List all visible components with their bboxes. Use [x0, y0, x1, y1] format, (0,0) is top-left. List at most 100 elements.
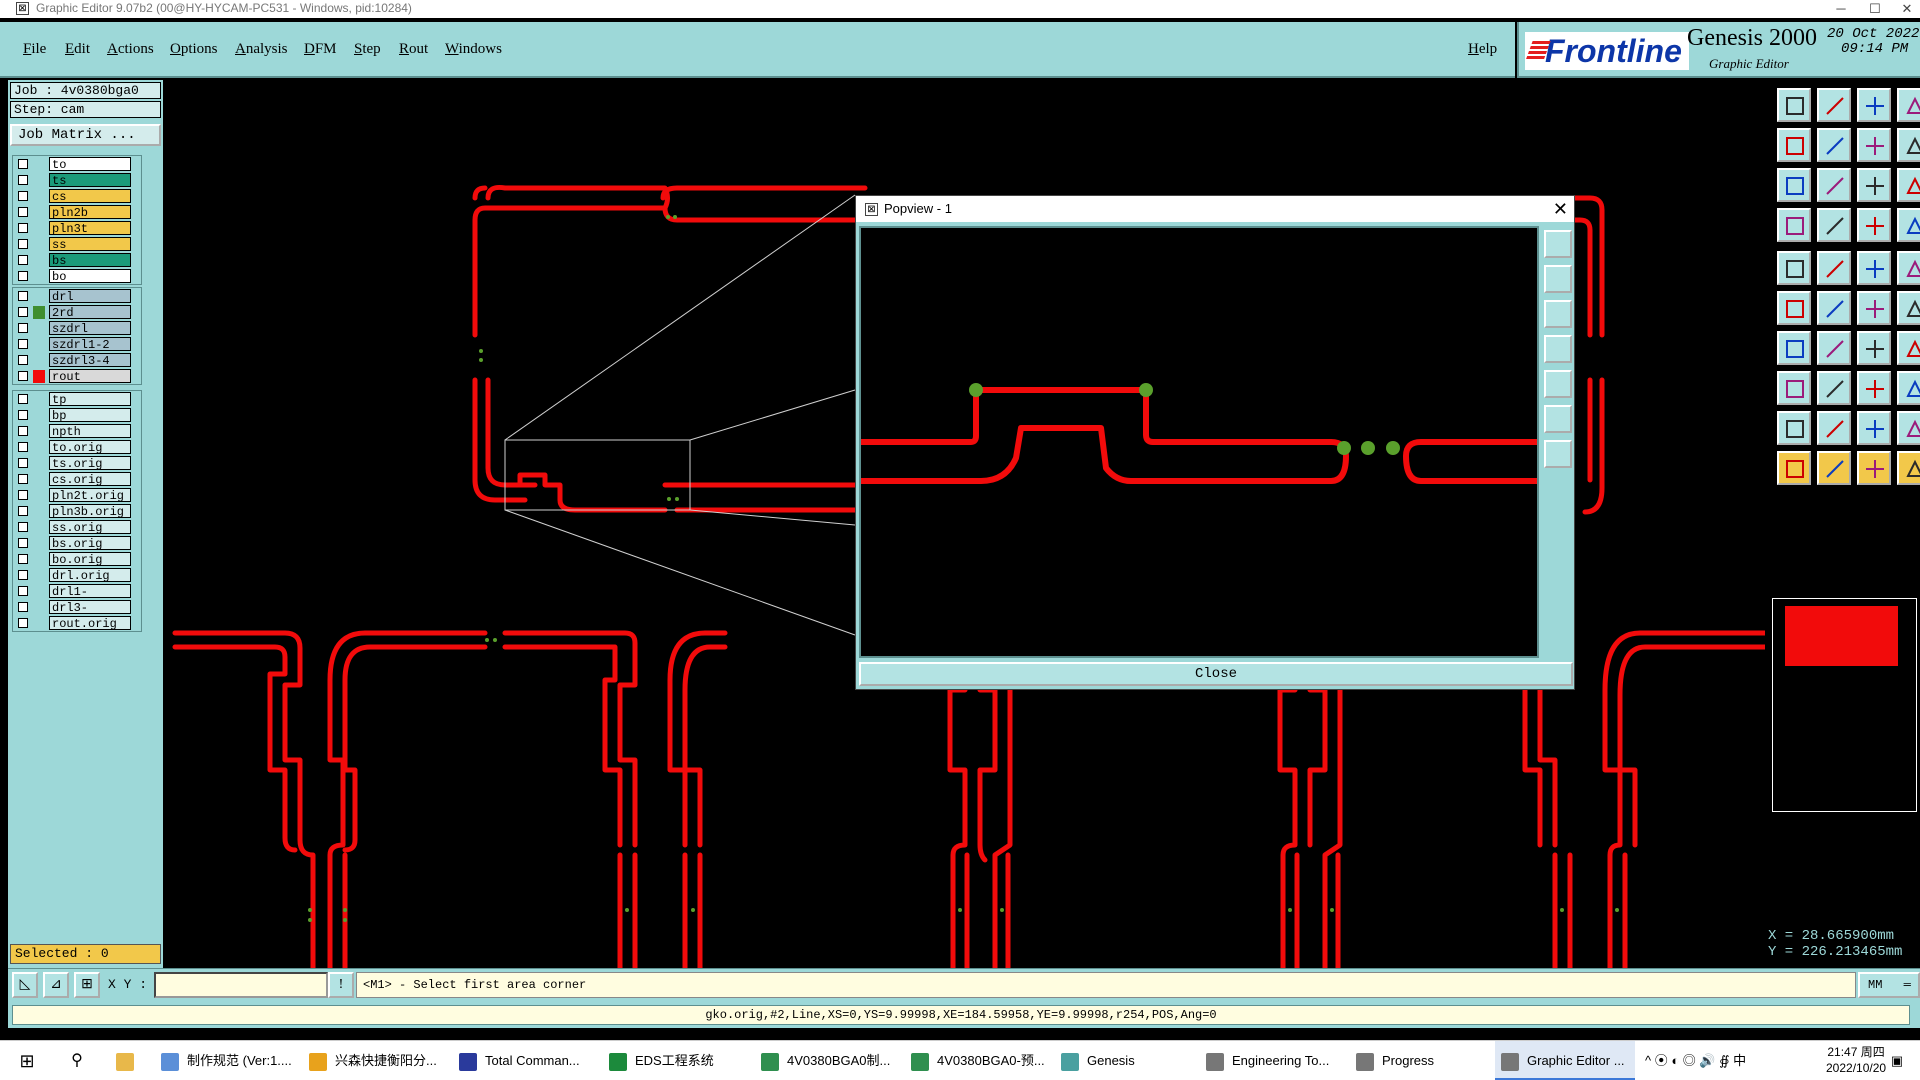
- layer-row[interactable]: bo.orig: [13, 551, 141, 567]
- layer-display-swatch[interactable]: [33, 425, 45, 438]
- layer-name[interactable]: drl3-4.orig: [49, 600, 131, 629]
- popview-pan-right-icon[interactable]: [1544, 370, 1572, 398]
- taskbar-app[interactable]: Genesis: [1055, 1041, 1190, 1080]
- popview-pan-down-icon[interactable]: [1544, 300, 1572, 328]
- minimize-button[interactable]: ─: [1826, 0, 1856, 18]
- select-icon[interactable]: [1777, 251, 1811, 285]
- menu-options[interactable]: Options: [170, 41, 218, 58]
- taskbar-app[interactable]: 兴森快捷衡阳分...: [303, 1041, 445, 1080]
- layer-row[interactable]: ss: [13, 236, 141, 252]
- layer-checkbox[interactable]: [18, 339, 28, 349]
- layer-checkbox[interactable]: [18, 371, 28, 381]
- layer-checkbox[interactable]: [18, 255, 28, 265]
- search-icon[interactable]: ⚲: [62, 1041, 92, 1080]
- taskbar-app[interactable]: Engineering To...: [1200, 1041, 1340, 1080]
- layer-display-swatch[interactable]: [33, 553, 45, 566]
- grid-icon[interactable]: ⊞: [74, 972, 100, 998]
- layer-row[interactable]: pln3t: [13, 220, 141, 236]
- layer-row[interactable]: rout.orig: [13, 615, 141, 631]
- popview-close-icon[interactable]: ✕: [1553, 198, 1568, 220]
- layer-name[interactable]: ss: [49, 237, 131, 252]
- layer-name[interactable]: npth: [49, 424, 131, 439]
- layer-checkbox[interactable]: [18, 159, 28, 169]
- layer-display-swatch[interactable]: [33, 370, 45, 383]
- layer-display-swatch[interactable]: [33, 521, 45, 534]
- slash-icon[interactable]: [1897, 411, 1920, 445]
- snap-icon[interactable]: [1897, 128, 1920, 162]
- layer-row[interactable]: szdrl3-4: [13, 352, 141, 368]
- clock[interactable]: 21:47 周四 2022/10/20: [1826, 1044, 1886, 1076]
- shape-icon[interactable]: [1897, 371, 1920, 405]
- layer-row[interactable]: bs.orig: [13, 535, 141, 551]
- popview-fit-icon[interactable]: [1544, 405, 1572, 433]
- warn-icon[interactable]: [1777, 411, 1811, 445]
- layer-display-swatch[interactable]: [33, 254, 45, 267]
- layer-row[interactable]: drl.orig: [13, 567, 141, 583]
- layer-display-swatch[interactable]: [33, 338, 45, 351]
- alert-icon[interactable]: !: [328, 972, 354, 998]
- layer-row[interactable]: szdrl: [13, 320, 141, 336]
- vertex-icon[interactable]: [1817, 411, 1851, 445]
- arrow-icon[interactable]: [1857, 411, 1891, 445]
- system-tray[interactable]: ^ ⦿ ◐ ◎ 🔊 ∯ 中: [1645, 1041, 1746, 1080]
- layer-row[interactable]: pln2b: [13, 204, 141, 220]
- layer-name[interactable]: ts.orig: [49, 456, 131, 471]
- taskbar-app[interactable]: Total Comman...: [453, 1041, 595, 1080]
- hand-icon[interactable]: [1897, 451, 1920, 485]
- layer-checkbox[interactable]: [18, 191, 28, 201]
- grid-icon[interactable]: [1817, 208, 1851, 242]
- layer-name[interactable]: szdrl1-2: [49, 337, 131, 352]
- layer-checkbox[interactable]: [18, 355, 28, 365]
- menu-dfm[interactable]: DFM: [304, 41, 337, 58]
- measure-icon[interactable]: [1777, 208, 1811, 242]
- scale-icon[interactable]: [1857, 168, 1891, 202]
- pad-icon[interactable]: [1897, 251, 1920, 285]
- taskbar-app[interactable]: 制作规范 (Ver:1....: [155, 1041, 295, 1080]
- taskbar-app[interactable]: Progress: [1350, 1041, 1485, 1080]
- layer-name[interactable]: pln2t.orig: [49, 488, 131, 503]
- pan-right-icon[interactable]: [1817, 128, 1851, 162]
- layer-checkbox[interactable]: [18, 458, 28, 468]
- menu-file[interactable]: File: [23, 41, 46, 58]
- layer-row[interactable]: npth: [13, 423, 141, 439]
- layer-checkbox[interactable]: [18, 506, 28, 516]
- layer-display-swatch[interactable]: [33, 270, 45, 283]
- layer-display-swatch[interactable]: [33, 473, 45, 486]
- layer-name[interactable]: bs.orig: [49, 536, 131, 551]
- layer-name[interactable]: cs: [49, 189, 131, 204]
- layer-checkbox[interactable]: [18, 602, 28, 612]
- menu-edit[interactable]: Edit: [65, 41, 90, 58]
- layer-name[interactable]: to: [49, 157, 131, 172]
- measure-icon[interactable]: ⊿: [43, 972, 69, 998]
- layer-display-swatch[interactable]: [33, 206, 45, 219]
- layer-display-swatch[interactable]: [33, 441, 45, 454]
- draw-icon[interactable]: [1817, 251, 1851, 285]
- line-icon[interactable]: [1817, 331, 1851, 365]
- taskbar-app[interactable]: 4V0380BGA0制...: [755, 1041, 897, 1080]
- fill-icon[interactable]: [1777, 88, 1811, 122]
- layer-display-swatch[interactable]: [33, 354, 45, 367]
- units-selector[interactable]: MM ═: [1858, 972, 1920, 998]
- layer-display-swatch[interactable]: [33, 505, 45, 518]
- layer-checkbox[interactable]: [18, 307, 28, 317]
- layer-name[interactable]: drl: [49, 289, 131, 304]
- layer-checkbox[interactable]: [18, 239, 28, 249]
- home-icon[interactable]: [1857, 88, 1891, 122]
- layer-display-swatch[interactable]: [33, 457, 45, 470]
- layer-name[interactable]: bo: [49, 269, 131, 284]
- layer-name[interactable]: pln3b.orig: [49, 504, 131, 519]
- layer-display-swatch[interactable]: [33, 393, 45, 406]
- pointer-icon[interactable]: [1777, 451, 1811, 485]
- layer-name[interactable]: szdrl3-4: [49, 353, 131, 368]
- layer-display-swatch[interactable]: [33, 238, 45, 251]
- layer-row[interactable]: tp: [13, 391, 141, 407]
- layer-checkbox[interactable]: [18, 586, 28, 596]
- layer-display-swatch[interactable]: [33, 601, 45, 614]
- layer-row[interactable]: cs.orig: [13, 471, 141, 487]
- layer-display-swatch[interactable]: [33, 290, 45, 303]
- start-icon[interactable]: ⊞: [12, 1041, 42, 1080]
- layer-row[interactable]: drl3-4.orig: [13, 599, 141, 629]
- angle-icon[interactable]: [1777, 331, 1811, 365]
- select-area-icon[interactable]: [1817, 451, 1851, 485]
- layer-display-swatch[interactable]: [33, 222, 45, 235]
